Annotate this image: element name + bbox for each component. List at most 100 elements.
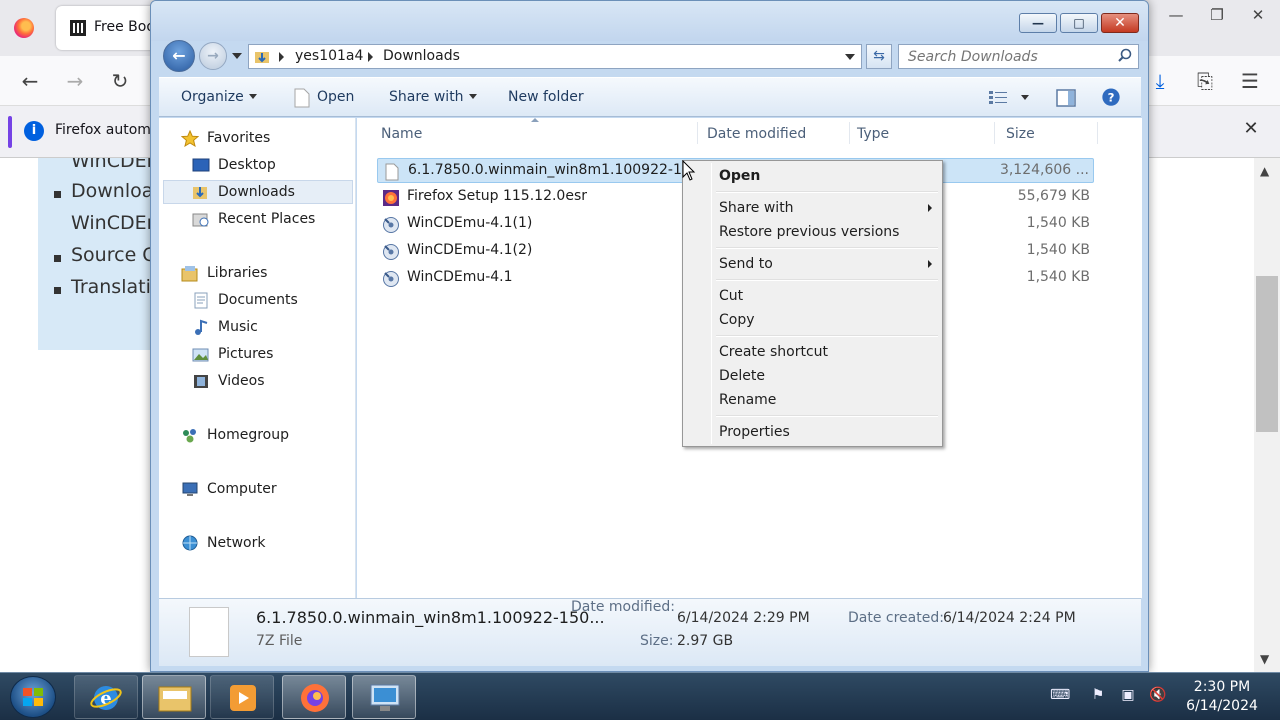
nav-music[interactable]: Music [192,316,352,340]
column-divider[interactable] [1097,122,1098,144]
start-button[interactable] [10,676,56,718]
menu-item-copy[interactable]: Copy [686,310,939,332]
help-icon[interactable]: ? [1100,88,1122,108]
maximize-button[interactable]: □ [1060,13,1098,33]
setup-icon [382,243,400,261]
volume-muted-icon[interactable]: 🔇 [1148,687,1168,705]
network-tray-icon[interactable]: ▣ [1118,687,1138,705]
menu-item-open[interactable]: Open [686,166,939,188]
keyboard-icon[interactable]: ⌨ [1050,687,1070,705]
column-header-date-modified[interactable]: Date modified [707,126,806,142]
nav-label: Libraries [207,265,268,281]
menu-icon[interactable]: ☰ [1237,68,1263,94]
preview-pane-icon[interactable] [1055,88,1077,108]
menu-item-send-to[interactable]: Send to [686,254,939,276]
new-folder-button[interactable]: New folder [508,89,584,105]
breadcrumb-separator-icon[interactable] [368,52,373,62]
nav-desktop[interactable]: Desktop [192,154,352,178]
share-with-button[interactable]: Share with [389,89,477,105]
forward-arrow-icon[interactable]: → [62,68,88,94]
nav-label: Documents [218,292,298,308]
nav-libraries[interactable]: Libraries [181,262,351,286]
remote-desktop-icon [370,684,400,711]
column-divider[interactable] [994,122,995,144]
library-icon [70,20,86,36]
notice-close-icon[interactable]: ✕ [1240,118,1262,140]
breadcrumb-separator-icon[interactable] [279,52,284,62]
media-player-taskbar-button[interactable] [210,675,274,719]
refresh-button[interactable]: ⇆ [866,44,892,69]
search-icon[interactable] [1117,48,1133,64]
extensions-icon[interactable]: ⎘ [1192,68,1218,94]
firefox-close-button[interactable]: ✕ [1244,4,1272,26]
scroll-down-icon[interactable]: ▼ [1260,652,1269,666]
scroll-thumb[interactable] [1256,276,1278,432]
svg-text:?: ? [1108,91,1115,105]
internet-explorer-icon: e [90,686,122,710]
details-size-label: Size: [640,633,674,649]
bullet [54,287,61,294]
organize-button[interactable]: Organize [181,89,257,105]
content-line[interactable]: Downloa [71,180,153,202]
nav-homegroup[interactable]: Homegroup [181,424,351,448]
firefox-taskbar-button[interactable] [282,675,346,719]
menu-separator [716,191,938,193]
column-header-type[interactable]: Type [857,126,889,142]
menu-item-cut[interactable]: Cut [686,286,939,308]
action-center-flag-icon[interactable]: ⚑ [1088,687,1108,705]
breadcrumb-item[interactable]: Downloads [383,48,460,64]
menu-item-share-with[interactable]: Share with [686,198,939,220]
nav-label: Music [218,319,258,335]
nav-downloads[interactable]: Downloads [163,180,353,204]
open-file-icon [294,88,310,108]
back-button[interactable]: ← [163,40,195,72]
nav-videos[interactable]: Videos [192,370,352,394]
firefox-restore-button[interactable]: ❐ [1203,4,1231,26]
address-bar[interactable]: yes101a4 Downloads [248,44,862,69]
address-dropdown-icon[interactable] [845,54,855,60]
open-button[interactable]: Open [317,89,354,105]
clock[interactable]: 2:30 PM 6/14/2024 [1182,678,1262,716]
menu-item-label: Restore previous versions [719,224,900,240]
firefox-minimize-button[interactable]: — [1162,4,1190,26]
back-arrow-icon[interactable]: ← [17,68,43,94]
close-button[interactable]: ✕ [1101,13,1139,33]
firefox-tab-title: Free Boo [94,19,155,35]
clock-time: 2:30 PM [1193,679,1251,695]
menu-item-rename[interactable]: Rename [686,390,939,412]
internet-explorer-taskbar-button[interactable]: e [74,675,138,719]
column-header-size[interactable]: Size [1006,126,1035,142]
explorer-taskbar-button[interactable] [142,675,206,719]
breadcrumb-item[interactable]: yes101a4 [295,48,363,64]
scroll-up-icon[interactable]: ▲ [1260,164,1269,178]
nav-documents[interactable]: Documents [192,289,352,313]
recent-pages-dropdown[interactable] [232,53,242,59]
nav-recent-places[interactable]: Recent Places [192,208,352,232]
column-divider[interactable] [697,122,698,144]
menu-item-create-shortcut[interactable]: Create shortcut [686,342,939,364]
forward-button[interactable]: → [199,42,227,70]
menu-item-label: Properties [719,424,790,440]
content-line[interactable]: Source C [71,244,156,266]
search-input[interactable] [899,45,1114,68]
content-line[interactable]: Translati [71,276,151,298]
column-divider[interactable] [849,122,850,144]
download-icon[interactable]: ⤓ [1147,68,1173,94]
nav-computer[interactable]: Computer [181,478,351,502]
firefox-scrollbar[interactable]: ▲ ▼ [1254,158,1280,672]
nav-pictures[interactable]: Pictures [192,343,352,367]
search-box[interactable] [898,44,1139,69]
reload-icon[interactable]: ↻ [107,68,133,94]
remote-desktop-taskbar-button[interactable] [352,675,416,719]
nav-favorites[interactable]: Favorites [180,127,351,151]
minimize-button[interactable]: — [1019,13,1057,33]
nav-network[interactable]: Network [181,532,351,556]
menu-item-restore-previous-versions[interactable]: Restore previous versions [686,222,939,244]
context-menu: Open Share with Restore previous version… [682,160,943,447]
column-header-name[interactable]: Name [381,126,422,142]
menu-item-delete[interactable]: Delete [686,366,939,388]
view-dropdown-icon[interactable] [1021,95,1029,100]
menu-item-properties[interactable]: Properties [686,422,939,444]
view-options-icon[interactable] [987,88,1009,108]
content-line[interactable]: WinCDEr [71,212,154,234]
